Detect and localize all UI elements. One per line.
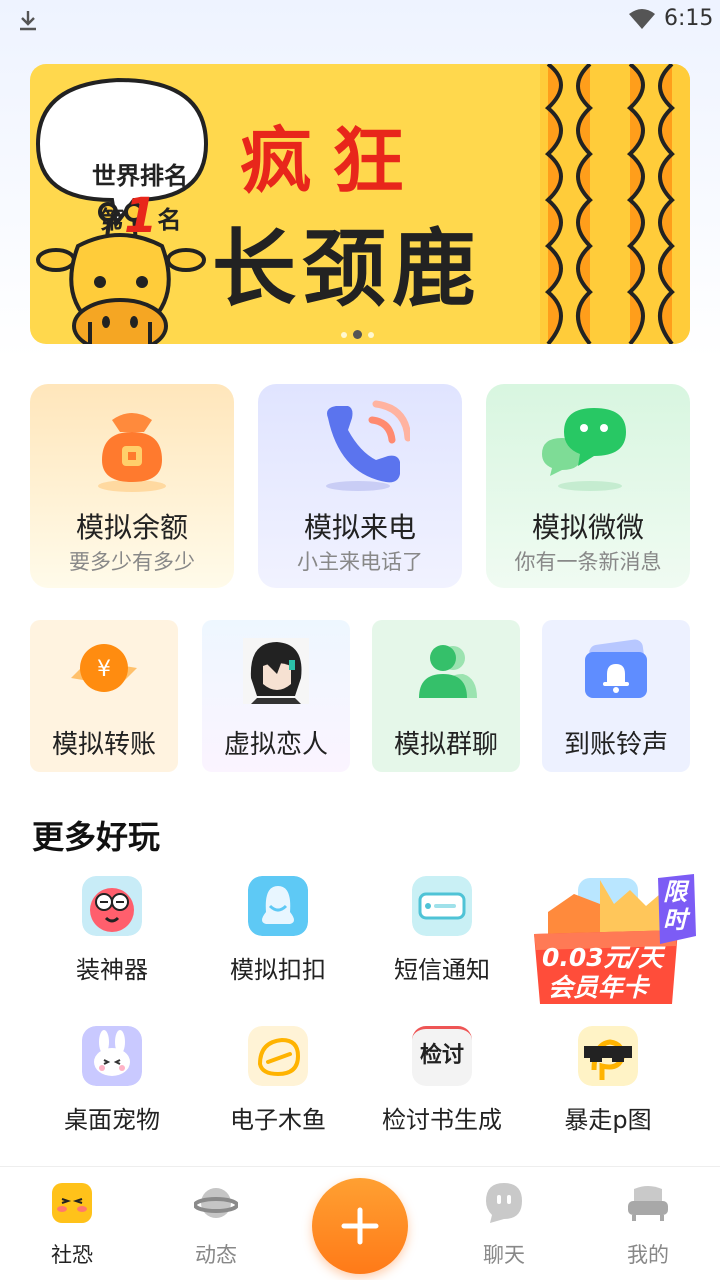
rank-badge-line1: 世界排名	[92, 162, 188, 190]
chat-face-icon	[486, 1183, 522, 1223]
wooden-fish-icon	[248, 1026, 308, 1086]
vip-promo-badge[interactable]: 限时 0.03元/天 会员年卡	[530, 870, 700, 1010]
grid-item-qq[interactable]: 模拟扣扣	[198, 876, 358, 986]
grid-item-desktop-pet[interactable]: 桌面宠物	[32, 1026, 192, 1136]
shy-face-icon	[52, 1183, 92, 1223]
card-title: 模拟微微	[531, 511, 644, 544]
avatar-icon	[243, 638, 309, 704]
card-title: 模拟余额	[75, 511, 188, 544]
grid-item-mask[interactable]: 装神器	[32, 876, 192, 986]
svg-text:¥: ¥	[97, 657, 111, 682]
limited-time-tag: 限时	[663, 878, 687, 934]
virtual-lover-card[interactable]: 虚拟恋人	[202, 620, 350, 772]
message-card-icon	[412, 876, 472, 936]
grid-item-sms-notice[interactable]: 短信通知	[362, 876, 522, 986]
banner-title-line1: 疯狂	[240, 119, 425, 203]
simulate-call-card[interactable]: 模拟来电 小主来电话了	[258, 384, 462, 588]
arrival-ringtone-card[interactable]: 到账铃声	[542, 620, 690, 772]
money-bag-icon	[98, 413, 166, 492]
simulate-group-chat-card[interactable]: 模拟群聊	[372, 620, 520, 772]
grid-item-label: 检讨书生成	[382, 1106, 502, 1134]
card-title: 模拟转账	[51, 730, 156, 760]
card-title: 虚拟恋人	[223, 730, 328, 760]
nav-label: 我的	[627, 1243, 669, 1267]
banner-title-line2: 长颈鹿	[212, 220, 483, 318]
status-time: 6:15	[664, 6, 714, 31]
bell-icon	[585, 639, 647, 698]
card-title: 到账铃声	[563, 730, 668, 760]
grid-item-review-generator[interactable]: 检讨 检讨书生成	[362, 1026, 522, 1136]
grid-item-label: 短信通知	[394, 956, 490, 984]
nav-label: 社恐	[51, 1243, 93, 1267]
grid-item-crazy-photo[interactable]: 暴走p图	[528, 1026, 688, 1136]
status-bar: 6:15	[0, 0, 720, 40]
grid-item-label: 电子木鱼	[230, 1106, 326, 1134]
promo-card-name: 会员年卡	[548, 973, 649, 1002]
card-title: 模拟群聊	[393, 730, 498, 760]
simulate-transfer-card[interactable]: ¥ 模拟转账	[30, 620, 178, 772]
phone-call-icon	[326, 400, 410, 491]
planet-icon	[194, 1188, 238, 1218]
mask-face-icon	[82, 876, 142, 936]
rank-badge-line2: 第1名	[100, 188, 182, 244]
group-users-icon	[419, 645, 477, 698]
promo-banner[interactable]: 世界排名 第1名 疯狂 长颈鹿	[30, 64, 690, 344]
plus-icon	[341, 1207, 379, 1245]
section-title-more-fun: 更多好玩	[32, 818, 161, 856]
simulate-wechat-card[interactable]: 模拟微微 你有一条新消息	[486, 384, 690, 588]
carousel-indicator	[338, 324, 377, 343]
download-icon	[20, 11, 36, 31]
chat-bubbles-icon	[542, 408, 626, 491]
sunglasses-icon	[578, 1026, 638, 1086]
rank-number: 1	[124, 188, 158, 244]
create-add-button[interactable]	[312, 1178, 408, 1274]
grid-item-label: 暴走p图	[564, 1106, 652, 1134]
simulate-balance-card[interactable]: 模拟余额 要多少有多少	[30, 384, 234, 588]
card-subtitle: 你有一条新消息	[514, 550, 662, 574]
bunny-icon	[82, 1026, 142, 1086]
yuan-coin-icon: ¥	[71, 644, 137, 692]
nav-label: 聊天	[483, 1243, 525, 1267]
grid-item-wooden-fish[interactable]: 电子木鱼	[198, 1026, 358, 1136]
nav-label: 动态	[195, 1243, 237, 1267]
card-subtitle: 小主来电话了	[297, 550, 423, 574]
card-title: 模拟来电	[303, 511, 416, 544]
review-doc-icon: 检讨	[412, 1026, 472, 1086]
grid-item-label: 模拟扣扣	[230, 956, 326, 984]
grid-item-label: 桌面宠物	[64, 1106, 160, 1134]
penguin-icon	[248, 876, 308, 936]
wifi-icon	[629, 9, 655, 29]
card-subtitle: 要多少有多少	[69, 550, 195, 574]
sofa-icon	[628, 1186, 668, 1221]
grid-item-label: 装神器	[76, 956, 148, 984]
